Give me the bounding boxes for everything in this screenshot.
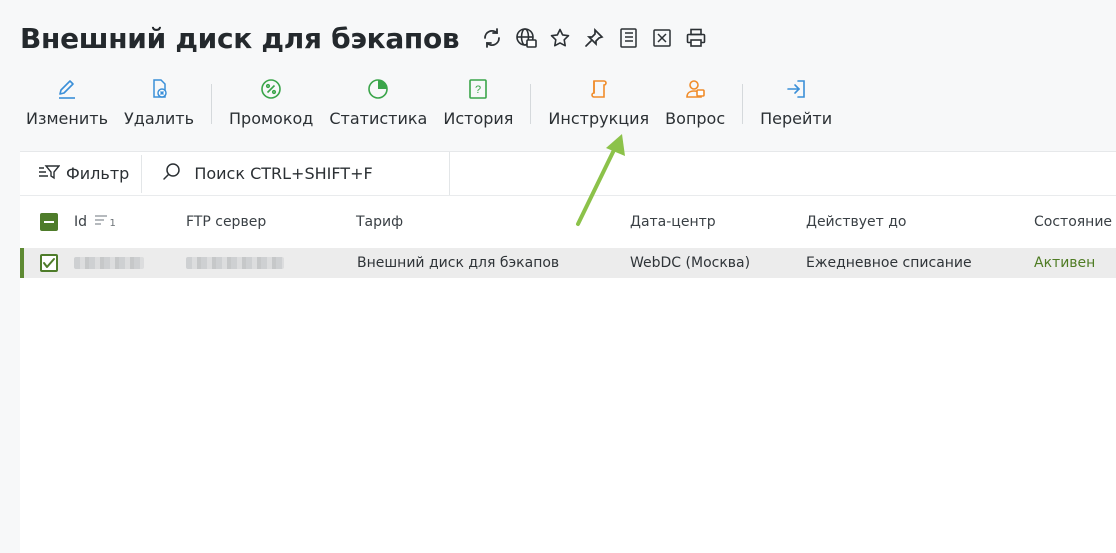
- history-button[interactable]: ? История: [435, 72, 521, 132]
- row-datacenter: WebDC (Москва): [630, 255, 751, 271]
- column-header-ftp[interactable]: FTP сервер: [186, 214, 266, 230]
- enter-door-icon: [785, 76, 807, 102]
- refresh-icon[interactable]: [481, 27, 503, 49]
- edit-button[interactable]: Изменить: [18, 72, 116, 132]
- scroll-icon: [588, 76, 610, 102]
- filter-icon: [38, 163, 61, 185]
- promo-label: Промокод: [229, 109, 314, 128]
- percent-icon: [260, 76, 282, 102]
- column-header-id[interactable]: Id 1: [74, 214, 116, 230]
- sort-icon[interactable]: [95, 214, 109, 230]
- goto-button[interactable]: Перейти: [752, 72, 840, 132]
- toolbar-separator: [530, 84, 532, 124]
- row-ftp-redacted: [186, 257, 284, 269]
- sort-index: 1: [109, 218, 116, 229]
- svg-text:?: ?: [475, 84, 481, 96]
- promo-button[interactable]: Промокод: [221, 72, 321, 132]
- stats-label: Статистика: [329, 109, 428, 128]
- filter-label: Фильтр: [66, 164, 130, 183]
- select-all-checkbox[interactable]: [40, 213, 58, 231]
- row-checkbox[interactable]: [40, 254, 58, 272]
- history-book-icon: ?: [467, 76, 489, 102]
- pencil-icon: [56, 76, 78, 102]
- toolbar: Изменить Удалить Промокод Статистика ? И…: [18, 72, 840, 132]
- toolbar-separator: [211, 84, 212, 124]
- star-icon[interactable]: [549, 27, 571, 49]
- row-tariff: Внешний диск для бэкапов: [357, 255, 560, 271]
- column-header-datacenter[interactable]: Дата-центр: [630, 214, 716, 230]
- pin-icon[interactable]: [583, 27, 605, 49]
- document-list-icon[interactable]: [617, 27, 639, 49]
- column-header-state[interactable]: Состояние: [1034, 214, 1112, 230]
- row-status: Активен: [1034, 255, 1096, 271]
- filter-button[interactable]: Фильтр: [20, 152, 141, 195]
- globe-icon[interactable]: [515, 27, 538, 49]
- table-header: Id 1 FTP сервер Тариф Дата-центр Действу…: [20, 196, 1116, 248]
- user-question-icon: [684, 76, 706, 102]
- page-title: Внешний диск для бэкапов: [20, 21, 460, 55]
- history-label: История: [443, 109, 514, 128]
- title-actions: [481, 27, 707, 49]
- column-header-tariff[interactable]: Тариф: [356, 214, 403, 230]
- search-placeholder: Поиск CTRL+SHIFT+F: [194, 164, 373, 183]
- toolbar-separator: [742, 84, 744, 124]
- table-row[interactable]: Внешний диск для бэкапов WebDC (Москва) …: [20, 248, 1116, 278]
- delete-label: Удалить: [124, 109, 194, 128]
- instruction-label: Инструкция: [548, 109, 650, 128]
- excel-export-icon[interactable]: [651, 27, 673, 49]
- pie-chart-icon: [367, 76, 389, 102]
- filter-bar: Фильтр Поиск CTRL+SHIFT+F: [20, 152, 1116, 196]
- edit-label: Изменить: [26, 109, 108, 128]
- stats-button[interactable]: Статистика: [321, 72, 435, 132]
- question-label: Вопрос: [665, 109, 726, 128]
- goto-label: Перейти: [760, 109, 833, 128]
- row-id-redacted: [74, 257, 144, 269]
- row-valid-until: Ежедневное списание: [806, 255, 972, 271]
- question-button[interactable]: Вопрос: [657, 72, 733, 132]
- column-header-valid-until[interactable]: Действует до: [806, 214, 907, 230]
- search-icon: [162, 162, 182, 186]
- search-input[interactable]: Поиск CTRL+SHIFT+F: [142, 152, 451, 195]
- page-header: Внешний диск для бэкапов: [20, 18, 707, 58]
- delete-file-icon: [148, 76, 170, 102]
- print-icon[interactable]: [685, 27, 707, 49]
- instruction-button[interactable]: Инструкция: [540, 72, 657, 132]
- delete-button[interactable]: Удалить: [116, 72, 202, 132]
- column-id-label: Id: [74, 214, 88, 230]
- grid-panel: Фильтр Поиск CTRL+SHIFT+F Id 1 FTP серве…: [20, 151, 1116, 553]
- data-table: Id 1 FTP сервер Тариф Дата-центр Действу…: [20, 196, 1116, 278]
